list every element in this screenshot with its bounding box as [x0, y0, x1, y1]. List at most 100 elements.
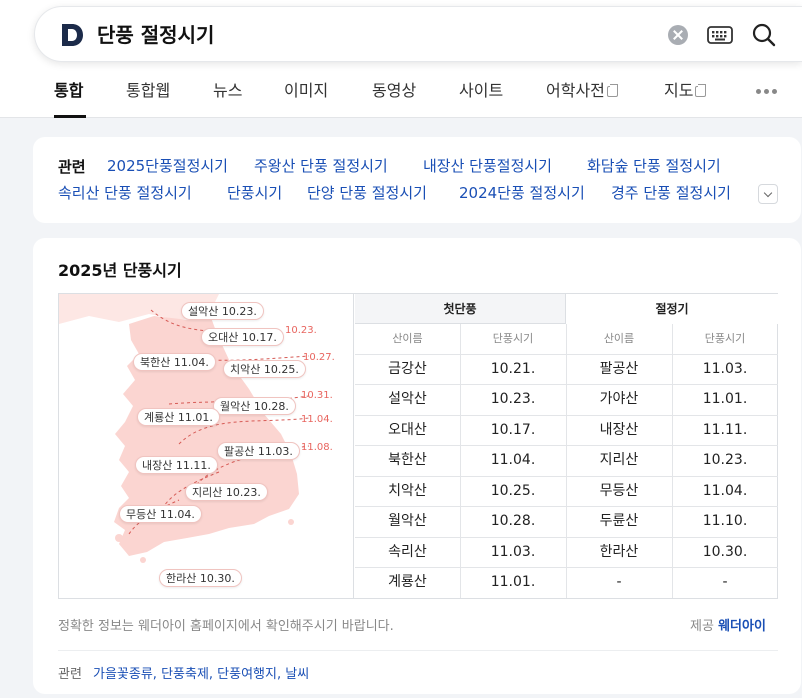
expand-related-button[interactable]	[758, 184, 778, 204]
provider-label: 제공	[690, 619, 714, 634]
tab-images[interactable]: 이미지	[284, 80, 328, 102]
foliage-date: 11.01.	[490, 574, 536, 590]
foliage-card: 2025년 단풍시기 설악산 10.23. 오대산 10.17. 북한산 11.…	[33, 238, 801, 694]
map-pin: 설악산 10.23.	[181, 302, 264, 320]
isoline-label: 10.31.	[301, 390, 333, 401]
peak-foliage-header: 절정기	[566, 294, 778, 324]
tab-all[interactable]: 통합	[54, 80, 83, 102]
foliage-date: 11.10.	[702, 513, 748, 529]
footer-related-links[interactable]: 가을꽃종류, 단풍축제, 단풍여행지, 날씨	[93, 663, 309, 682]
card-title: 2025년 단풍시기	[58, 261, 182, 280]
map-pin: 무등산 11.04.	[119, 505, 202, 523]
mountain-name: 무등산	[599, 483, 639, 499]
mountain-name: 속리산	[388, 544, 427, 560]
column-header: 산이름	[392, 332, 423, 345]
clear-search-button[interactable]	[668, 25, 688, 45]
mountain-name: 월악산	[388, 513, 427, 529]
tab-dictionary-label: 어학사전	[546, 81, 605, 100]
related-searches-card: 관련 2025단풍절정시기 주왕산 단풍 절정시기 내장산 단풍절정시기 화담숲…	[33, 137, 801, 223]
mountain-name: 지리산	[599, 452, 639, 468]
map-pin: 지리산 10.23.	[185, 483, 268, 501]
more-tabs-icon[interactable]	[756, 89, 778, 95]
related-label: 관련	[58, 158, 86, 176]
tab-videos[interactable]: 동영상	[372, 80, 416, 102]
active-tab-indicator	[54, 115, 86, 118]
related-link[interactable]: 주왕산 단풍 절정시기	[254, 155, 388, 177]
mountain-name: 팔공산	[599, 361, 639, 377]
footer-divider	[58, 650, 778, 651]
mountain-name: 치악산	[388, 483, 427, 499]
foliage-date: 11.11.	[702, 422, 748, 438]
map-pin: 치악산 10.25.	[223, 360, 306, 378]
tab-web[interactable]: 통합웹	[126, 80, 170, 102]
foliage-date: 10.28.	[490, 513, 536, 529]
foliage-date: 11.01.	[702, 391, 748, 407]
related-link[interactable]: 내장산 단풍절정시기	[423, 155, 552, 177]
isoline-label: 10.23.	[285, 325, 317, 336]
tab-map-label: 지도	[664, 81, 694, 100]
map-pin: 한라산 10.30.	[159, 569, 242, 587]
mountain-name: 계룡산	[388, 574, 427, 590]
external-link-icon	[606, 84, 618, 97]
daum-logo-icon[interactable]	[59, 22, 85, 48]
top-bar: 단풍 절정시기 통합 통합웹 뉴스 이미지 동영상 사이트 어학사전 지도	[0, 0, 802, 118]
map-pin: 월악산 10.28.	[213, 397, 296, 415]
foliage-date: 11.04.	[490, 452, 536, 468]
mountain-name: 한라산	[599, 544, 639, 560]
foliage-date: 10.23.	[490, 391, 536, 407]
foliage-date: 10.21.	[490, 361, 536, 377]
foliage-panel: 설악산 10.23. 오대산 10.17. 북한산 11.04. 치악산 10.…	[58, 293, 778, 599]
related-link[interactable]: 2024단풍 절정시기	[459, 182, 585, 204]
provider-link[interactable]: 웨더아이	[718, 619, 766, 634]
map-pin: 팔공산 11.03.	[217, 442, 300, 460]
info-notice: 정확한 정보는 웨더아이 홈페이지에서 확인해주시기 바랍니다.	[58, 619, 394, 634]
column-header: 단풍시기	[492, 332, 534, 345]
mountain-name: 북한산	[388, 452, 427, 468]
isoline-label: 10.27.	[303, 352, 335, 363]
related-link[interactable]: 경주 단풍 절정시기	[611, 182, 731, 204]
mountain-name: 설악산	[388, 391, 427, 407]
map-pin: 내장산 11.11.	[135, 456, 218, 474]
foliage-date: 11.03.	[490, 544, 536, 560]
column-header: 단풍시기	[704, 332, 746, 345]
search-input[interactable]: 단풍 절정시기	[97, 21, 214, 49]
related-link[interactable]: 2025단풍절정시기	[107, 155, 228, 177]
mountain-name: 내장산	[599, 422, 639, 438]
mountain-name: 가야산	[599, 391, 639, 407]
foliage-date: 11.04.	[702, 483, 748, 499]
column-header: 산이름	[603, 332, 635, 345]
tab-sites[interactable]: 사이트	[459, 80, 503, 102]
mountain-name: 금강산	[388, 361, 427, 377]
search-tabs: 통합 통합웹 뉴스 이미지 동영상 사이트 어학사전 지도	[0, 70, 802, 118]
isoline-label: 11.08.	[301, 442, 333, 453]
related-link[interactable]: 단풍시기	[227, 182, 282, 204]
foliage-date: 10.23.	[702, 452, 748, 468]
search-box[interactable]: 단풍 절정시기	[34, 6, 802, 62]
foliage-date: 10.30.	[702, 544, 748, 560]
map-pin: 계룡산 11.01.	[137, 408, 220, 426]
provider-credit: 제공 웨더아이	[690, 615, 766, 634]
keyboard-icon[interactable]	[707, 25, 733, 45]
foliage-date: 11.03.	[702, 361, 748, 377]
mountain-name: 두륜산	[599, 513, 639, 529]
search-icon[interactable]	[751, 22, 777, 48]
mountain-name: 오대산	[388, 422, 427, 438]
footer-related-label: 관련	[58, 667, 82, 682]
tab-map[interactable]: 지도	[664, 80, 707, 102]
external-link-icon	[695, 84, 707, 97]
foliage-date: -	[722, 574, 728, 590]
first-foliage-header: 첫단풍	[355, 294, 566, 324]
tab-dictionary[interactable]: 어학사전	[546, 80, 618, 102]
isoline-label: 11.04.	[301, 414, 333, 425]
foliage-date: 10.25.	[490, 483, 536, 499]
map-pin: 오대산 10.17.	[201, 328, 284, 346]
related-link[interactable]: 속리산 단풍 절정시기	[58, 182, 192, 204]
related-link[interactable]: 화담숲 단풍 절정시기	[587, 155, 721, 177]
foliage-date: 10.17.	[490, 422, 536, 438]
foliage-table: 첫단풍 절정기 산이름 단풍시기 산이름 단풍시기 금강산 10.21. 팔공산…	[355, 294, 778, 598]
mountain-name: -	[616, 574, 622, 590]
tab-news[interactable]: 뉴스	[213, 80, 242, 102]
map-pin: 북한산 11.04.	[133, 353, 216, 371]
related-link[interactable]: 단양 단풍 절정시기	[307, 182, 427, 204]
foliage-map: 설악산 10.23. 오대산 10.17. 북한산 11.04. 치악산 10.…	[59, 294, 354, 598]
